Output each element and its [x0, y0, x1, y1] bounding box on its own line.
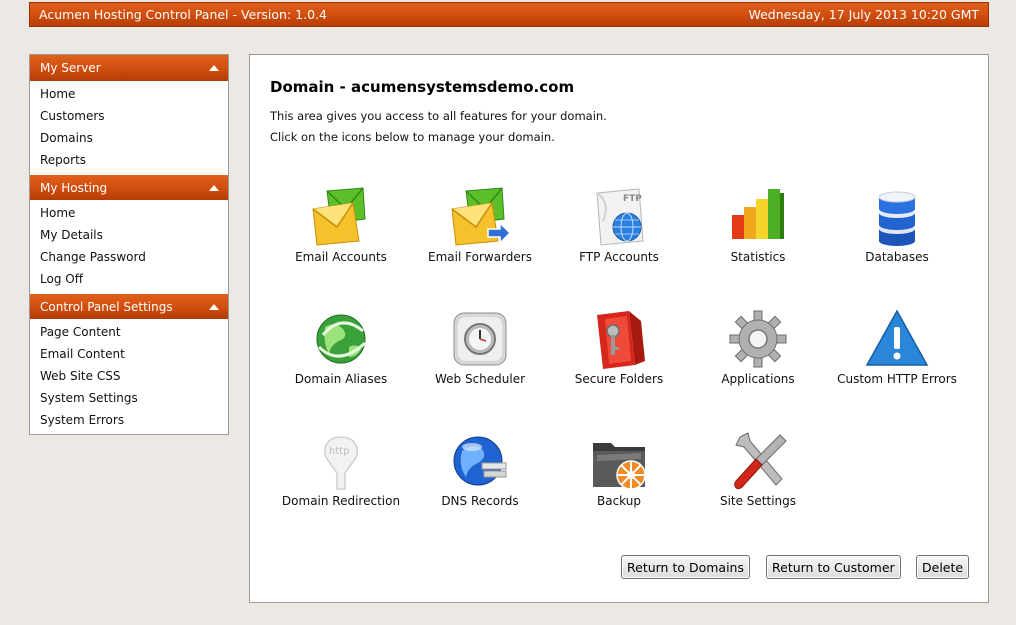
sidebar-item-domains[interactable]: Domains [30, 127, 228, 149]
applications-icon [729, 310, 787, 368]
sidebar-item-email-content[interactable]: Email Content [30, 343, 228, 365]
tile-domain-redirection[interactable]: http Domain Redirection [271, 429, 411, 529]
sidebar-list-my-hosting: Home My Details Change Password Log Off [30, 200, 228, 293]
tile-email-forwarders[interactable]: Email Forwarders [410, 185, 550, 285]
sidebar-list-settings: Page Content Email Content Web Site CSS … [30, 319, 228, 434]
sidebar-item-log-off[interactable]: Log Off [30, 268, 228, 290]
domain-panel: Domain - acumensystemsdemo.com This area… [249, 54, 989, 603]
tile-email-accounts[interactable]: Email Accounts [271, 185, 411, 285]
collapse-caret-icon[interactable] [209, 65, 219, 71]
sidebar-item-hosting-home[interactable]: Home [30, 202, 228, 224]
sidebar-item-server-home[interactable]: Home [30, 83, 228, 105]
tile-label: Domain Aliases [294, 372, 388, 386]
domain-redirection-icon: http [323, 436, 359, 490]
tile-domain-aliases[interactable]: Domain Aliases [271, 307, 411, 407]
app-header-bar: Acumen Hosting Control Panel - Version: … [29, 2, 989, 27]
sidebar-section-title: My Server [40, 61, 101, 75]
tile-ftp-accounts[interactable]: FTP FTP Accounts [549, 185, 689, 285]
custom-http-errors-icon [865, 309, 929, 366]
email-forwarders-icon [451, 187, 512, 246]
return-to-customer-button[interactable]: Return to Customer [766, 555, 901, 579]
domain-aliases-icon [316, 314, 367, 364]
page-title: Domain - acumensystemsdemo.com [270, 78, 575, 96]
description-line-1: This area gives you access to all featur… [270, 109, 607, 123]
app-title: Acumen Hosting Control Panel - Version: … [39, 7, 327, 22]
secure-folders-icon [597, 311, 645, 369]
tile-label: Backup [597, 494, 641, 508]
tile-label: Secure Folders [574, 372, 664, 386]
tile-web-scheduler[interactable]: Web Scheduler [410, 307, 550, 407]
sidebar-section-control-panel-settings[interactable]: Control Panel Settings [30, 293, 228, 319]
sidebar-item-change-password[interactable]: Change Password [30, 246, 228, 268]
sidebar-section-title: Control Panel Settings [40, 299, 173, 314]
site-settings-icon [734, 432, 787, 490]
sidebar-item-reports[interactable]: Reports [30, 149, 228, 171]
sidebar-list-my-server: Home Customers Domains Reports [30, 81, 228, 174]
header-datetime: Wednesday, 17 July 2013 10:20 GMT [748, 7, 979, 22]
return-to-domains-button[interactable]: Return to Domains [621, 555, 750, 579]
tile-label: Email Accounts [295, 250, 387, 264]
tile-label: Applications [721, 372, 795, 386]
sidebar-section-title: My Hosting [40, 180, 108, 195]
tile-statistics[interactable]: Statistics [688, 185, 828, 285]
ftp-accounts-icon: FTP [596, 188, 644, 246]
sidebar: My Server Home Customers Domains Reports… [29, 54, 229, 435]
sidebar-item-system-settings[interactable]: System Settings [30, 387, 228, 409]
tile-label: Databases [865, 250, 929, 264]
email-accounts-icon [312, 187, 366, 246]
web-scheduler-icon [453, 312, 507, 366]
http-badge-text: http [329, 446, 350, 457]
tile-label: Email Forwarders [428, 250, 532, 264]
tile-label: Site Settings [719, 494, 797, 508]
sidebar-item-page-content[interactable]: Page Content [30, 321, 228, 343]
delete-button[interactable]: Delete [916, 555, 970, 579]
tile-dns-records[interactable]: DNS Records [410, 429, 550, 529]
description-line-2: Click on the icons below to manage your … [270, 130, 555, 144]
tile-applications[interactable]: Applications [688, 307, 828, 407]
tile-label: Statistics [730, 250, 786, 264]
tile-site-settings[interactable]: Site Settings [688, 429, 828, 529]
sidebar-item-system-errors[interactable]: System Errors [30, 409, 228, 431]
sidebar-section-my-hosting[interactable]: My Hosting [30, 174, 228, 200]
tile-label: Custom HTTP Errors [837, 372, 957, 386]
collapse-caret-icon[interactable] [209, 184, 219, 191]
dns-records-icon [453, 436, 507, 486]
tile-label: FTP Accounts [579, 250, 659, 264]
collapse-caret-icon[interactable] [209, 303, 219, 310]
backup-icon [593, 443, 646, 490]
tile-label: DNS Records [441, 494, 519, 508]
ftp-badge-text: FTP [623, 194, 642, 204]
databases-icon [878, 191, 916, 246]
statistics-icon [732, 189, 784, 239]
sidebar-item-customers[interactable]: Customers [30, 105, 228, 127]
sidebar-item-my-details[interactable]: My Details [30, 224, 228, 246]
tile-custom-http-errors[interactable]: Custom HTTP Errors [827, 307, 967, 407]
tile-backup[interactable]: Backup [549, 429, 689, 529]
sidebar-item-web-site-css[interactable]: Web Site CSS [30, 365, 228, 387]
tile-label: Web Scheduler [434, 372, 526, 386]
tile-label: Domain Redirection [281, 494, 401, 508]
tile-secure-folders[interactable]: Secure Folders [549, 307, 689, 407]
tile-databases[interactable]: Databases [827, 185, 967, 285]
sidebar-section-my-server[interactable]: My Server [30, 55, 228, 81]
